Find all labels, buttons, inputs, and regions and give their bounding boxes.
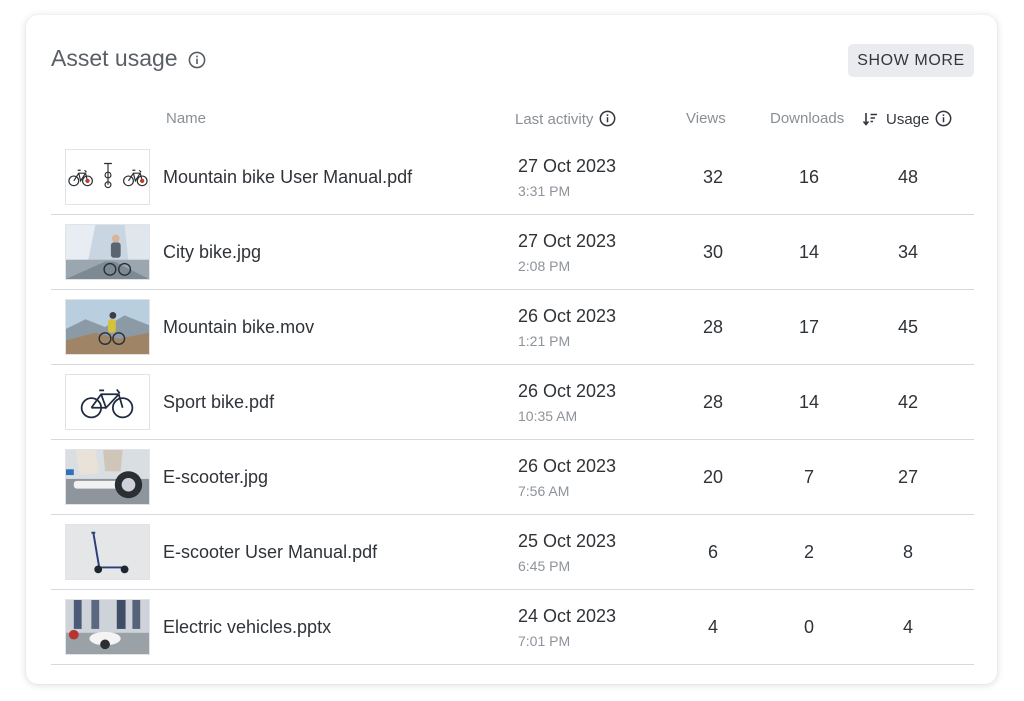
usage-count: 27 [897, 467, 919, 487]
activity-time: 6:45 PM [518, 558, 571, 574]
activity-time: 2:08 PM [518, 258, 571, 274]
electric-vehicles-photo [65, 599, 150, 655]
sport-bike-thumbnail [65, 374, 150, 430]
asset-name[interactable]: Sport bike.pdf [163, 392, 274, 413]
city-bike-photo [65, 224, 150, 280]
usage-count: 45 [897, 317, 919, 337]
activity-time: 10:35 AM [518, 408, 578, 424]
info-icon[interactable] [599, 110, 617, 128]
asset-table-body: Mountain bike User Manual.pdf 27 Oct 202… [51, 140, 974, 665]
column-header-usage[interactable]: Usage [862, 110, 953, 128]
activity-date: 27 Oct 2023 [518, 231, 617, 251]
asset-name[interactable]: Mountain bike User Manual.pdf [163, 167, 412, 188]
views-count: 28 [702, 317, 724, 337]
asset-name[interactable]: E-scooter.jpg [163, 467, 268, 488]
activity-date: 27 Oct 2023 [518, 156, 617, 176]
table-row[interactable]: E-scooter User Manual.pdf 25 Oct 2023 6:… [51, 515, 974, 590]
usage-count: 48 [897, 167, 919, 187]
asset-name[interactable]: Electric vehicles.pptx [163, 617, 331, 638]
table-row[interactable]: Electric vehicles.pptx 24 Oct 2023 7:01 … [51, 590, 974, 665]
e-scooter-manual-thumbnail [65, 524, 150, 580]
table-row[interactable]: Mountain bike User Manual.pdf 27 Oct 202… [51, 140, 974, 215]
bike-manual-thumbnail [65, 149, 150, 205]
usage-count: 42 [897, 392, 919, 412]
column-header-views[interactable]: Views [686, 110, 726, 127]
downloads-count: 17 [798, 317, 820, 337]
table-row[interactable]: Mountain bike.mov 26 Oct 2023 1:21 PM 28… [51, 290, 974, 365]
downloads-count: 16 [798, 167, 820, 187]
e-scooter-photo [65, 449, 150, 505]
asset-usage-card: Asset usage SHOW MORE Name Last activity… [26, 15, 997, 684]
views-count: 4 [707, 617, 718, 637]
asset-name[interactable]: Mountain bike.mov [163, 317, 314, 338]
asset-name[interactable]: City bike.jpg [163, 242, 261, 263]
info-icon[interactable] [188, 51, 206, 69]
info-icon[interactable] [935, 110, 953, 128]
usage-count: 4 [902, 617, 913, 637]
table-row[interactable]: Sport bike.pdf 26 Oct 2023 10:35 AM 28 1… [51, 365, 974, 440]
table-row[interactable]: E-scooter.jpg 26 Oct 2023 7:56 AM 20 7 2… [51, 440, 974, 515]
activity-time: 7:56 AM [518, 483, 570, 499]
activity-date: 26 Oct 2023 [518, 306, 617, 326]
sort-descending-icon[interactable] [862, 111, 878, 127]
downloads-count: 14 [798, 392, 820, 412]
downloads-count: 2 [803, 542, 814, 562]
downloads-count: 0 [803, 617, 814, 637]
activity-date: 24 Oct 2023 [518, 606, 617, 626]
card-title: Asset usage [51, 45, 178, 71]
views-count: 30 [702, 242, 724, 262]
column-label: Downloads [770, 110, 845, 127]
column-label: Name [166, 110, 207, 127]
show-more-button[interactable]: SHOW MORE [848, 44, 974, 77]
column-header-last-activity[interactable]: Last activity [515, 110, 617, 128]
asset-name[interactable]: E-scooter User Manual.pdf [163, 542, 377, 563]
activity-date: 26 Oct 2023 [518, 456, 617, 476]
mountain-bike-photo [65, 299, 150, 355]
activity-time: 7:01 PM [518, 633, 571, 649]
usage-count: 34 [897, 242, 919, 262]
views-count: 28 [702, 392, 724, 412]
downloads-count: 14 [798, 242, 820, 262]
activity-date: 26 Oct 2023 [518, 381, 617, 401]
column-header-name[interactable]: Name [166, 110, 206, 127]
card-header: Asset usage [51, 45, 206, 72]
column-header-downloads[interactable]: Downloads [770, 110, 844, 127]
activity-time: 1:21 PM [518, 333, 571, 349]
table-header: Name Last activity Views Downloads Usage [26, 110, 997, 130]
column-label: Usage [886, 110, 930, 128]
activity-date: 25 Oct 2023 [518, 531, 617, 551]
activity-time: 3:31 PM [518, 183, 571, 199]
views-count: 32 [702, 167, 724, 187]
usage-count: 8 [902, 542, 913, 562]
views-count: 6 [707, 542, 718, 562]
views-count: 20 [702, 467, 724, 487]
column-label: Views [686, 110, 726, 127]
column-label: Last activity [515, 110, 594, 128]
table-row[interactable]: City bike.jpg 27 Oct 2023 2:08 PM 30 14 … [51, 215, 974, 290]
downloads-count: 7 [803, 467, 814, 487]
